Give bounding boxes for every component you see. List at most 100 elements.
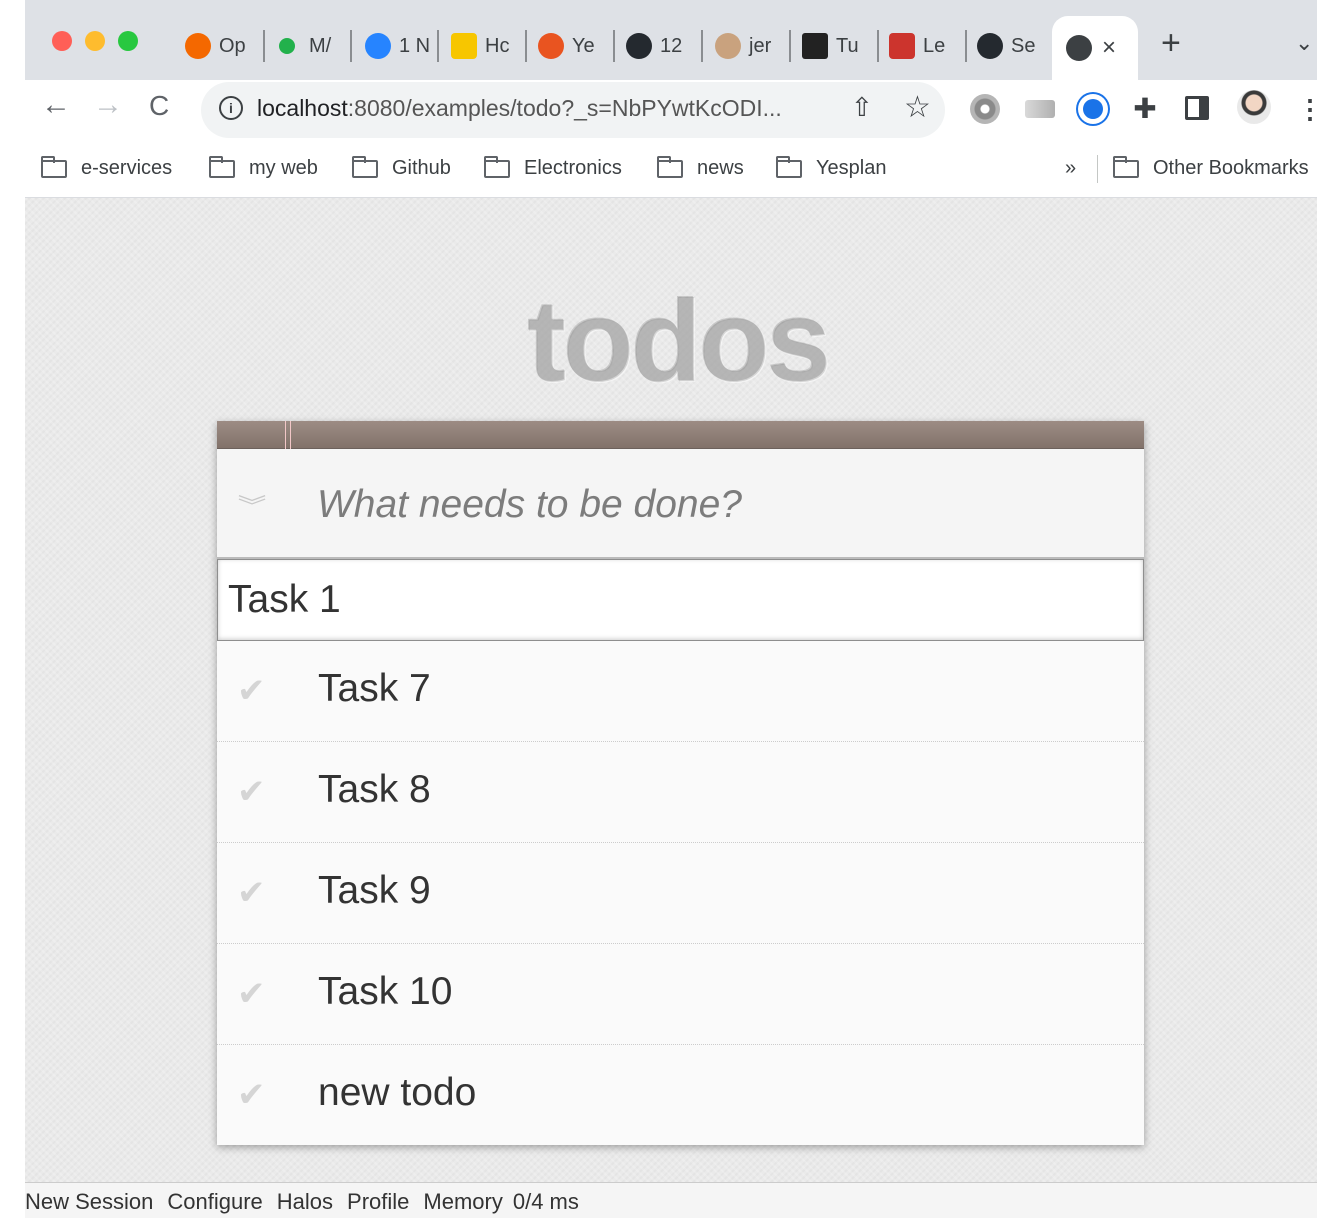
todo-item: ✔ new todo — [217, 1045, 1144, 1145]
new-tab-button[interactable]: + — [1161, 24, 1181, 63]
tab-separator — [613, 30, 615, 62]
folder-icon — [776, 155, 802, 178]
flower-icon — [538, 33, 564, 59]
zoom-window-button[interactable] — [118, 31, 138, 51]
bookmark-label: Other Bookmarks — [1153, 157, 1309, 179]
todo-item: ✔ Task 10 — [217, 944, 1144, 1045]
browser-tab-7[interactable]: Tu — [802, 22, 876, 70]
bookmark-news[interactable]: news — [657, 155, 744, 180]
todo-item: ✔ Task 7 — [217, 641, 1144, 742]
tab-separator — [350, 30, 352, 62]
tab-separator — [437, 30, 439, 62]
browser-tab-1[interactable]: M/ — [279, 22, 349, 70]
tab-label: Ye — [572, 34, 595, 57]
checkmark-icon[interactable]: ✔ — [237, 1075, 266, 1115]
todo-topbar — [217, 421, 1144, 449]
new-session-link[interactable]: New Session — [25, 1189, 153, 1214]
todo-label[interactable]: Task 10 — [318, 970, 452, 1014]
checkmark-icon[interactable]: ✔ — [237, 974, 266, 1014]
folder-icon — [484, 155, 510, 178]
folder-icon — [209, 155, 235, 178]
bookmark-my-web[interactable]: my web — [209, 155, 318, 180]
tab-label: Se — [1011, 34, 1036, 57]
gear-extension-icon[interactable] — [970, 94, 1000, 124]
page-content: todos ︾ ✔ Task 7 ✔ Task 8 ✔ Task 9 — [25, 198, 1317, 1182]
bookmark-electronics[interactable]: Electronics — [484, 155, 622, 180]
close-window-button[interactable] — [52, 31, 72, 51]
browser-tab-active[interactable]: × — [1052, 16, 1138, 80]
share-icon[interactable]: ⇧ — [851, 92, 873, 123]
close-tab-icon[interactable]: × — [1102, 34, 1116, 62]
browser-tab-8[interactable]: Le — [889, 22, 963, 70]
checkmark-icon[interactable]: ✔ — [237, 873, 266, 913]
tab-label: 12 — [660, 34, 683, 57]
jenkins-icon — [715, 33, 741, 59]
edit-todo-input[interactable] — [228, 570, 1128, 630]
minimize-window-button[interactable] — [85, 31, 105, 51]
tab-strip: Op M/ 1 N Hc Ye 12 jer Tu Le Se × + ⌄ — [25, 0, 1317, 80]
other-bookmarks[interactable]: Other Bookmarks — [1113, 155, 1309, 180]
browser-tab-6[interactable]: jer — [715, 22, 789, 70]
bookmark-e-services[interactable]: e-services — [41, 155, 173, 180]
editing-todo-row — [217, 559, 1144, 641]
tab-label: 1 N — [399, 34, 431, 57]
reload-button[interactable]: C — [149, 90, 169, 122]
bookmarks-overflow-icon[interactable]: » — [1065, 157, 1076, 180]
site-info-icon[interactable]: i — [219, 96, 243, 120]
bookmark-star-icon[interactable]: ☆ — [904, 90, 931, 125]
puzzle-extensions-icon[interactable]: ✚ — [1130, 94, 1160, 124]
browser-tab-9[interactable]: Se — [977, 22, 1047, 70]
checkmark-icon[interactable]: ✔ — [237, 671, 266, 711]
extension-icon[interactable] — [1025, 100, 1055, 118]
todo-app: ︾ ✔ Task 7 ✔ Task 8 ✔ Task 9 ✔ Task 10 — [217, 421, 1144, 1145]
url-host: localhost — [257, 95, 348, 121]
memory-link[interactable]: Memory — [423, 1189, 502, 1214]
password-manager-icon[interactable] — [1078, 94, 1108, 124]
new-todo-input[interactable] — [317, 477, 1117, 533]
globe-icon — [1066, 35, 1092, 61]
side-panel-icon[interactable] — [1185, 96, 1209, 120]
bookmark-label: Yesplan — [816, 157, 887, 179]
bookmark-label: Github — [392, 157, 451, 179]
address-url[interactable]: localhost:8080/examples/todo?_s=NbPYwtKc… — [257, 95, 782, 122]
tab-separator — [965, 30, 967, 62]
ruby-gem-icon — [889, 33, 915, 59]
tab-search-chevron-icon[interactable]: ⌄ — [1295, 30, 1313, 56]
url-path: :8080/examples/todo?_s=NbPYwtKcODI... — [347, 95, 782, 121]
forward-button[interactable]: → — [93, 88, 123, 122]
tab-label: Le — [923, 34, 946, 57]
browser-tab-5[interactable]: 12 — [626, 22, 698, 70]
address-bar[interactable]: i localhost:8080/examples/todo?_s=NbPYwt… — [201, 82, 945, 138]
menu-kebab-icon[interactable]: ⋮ — [1297, 94, 1317, 124]
halos-link[interactable]: Halos — [277, 1189, 333, 1214]
toggle-all-chevron-icon[interactable]: ︾ — [238, 489, 267, 521]
tab-label: Hc — [485, 34, 510, 57]
tab-separator — [789, 30, 791, 62]
browser-tab-3[interactable]: Hc — [451, 22, 523, 70]
todo-label[interactable]: Task 7 — [318, 667, 431, 711]
todo-label[interactable]: Task 8 — [318, 768, 431, 812]
green-dot-icon — [279, 38, 295, 54]
todo-item: ✔ Task 9 — [217, 843, 1144, 944]
bookmark-github[interactable]: Github — [352, 155, 451, 180]
configure-link[interactable]: Configure — [167, 1189, 262, 1214]
profile-avatar[interactable] — [1237, 90, 1271, 124]
todo-label[interactable]: Task 9 — [318, 869, 431, 913]
tab-separator — [701, 30, 703, 62]
browser-tab-2[interactable]: 1 N — [365, 22, 435, 70]
tab-separator — [877, 30, 879, 62]
checkmark-icon[interactable]: ✔ — [237, 772, 266, 812]
folder-y-icon — [451, 33, 477, 59]
bookmark-label: e-services — [81, 157, 173, 179]
browser-tab-0[interactable]: Op — [185, 22, 263, 70]
back-button[interactable]: ← — [41, 88, 71, 122]
profile-link[interactable]: Profile — [347, 1189, 409, 1214]
bookmark-label: Electronics — [524, 157, 622, 179]
bookmarks-bar: e-services my web Github Electronics new… — [25, 143, 1317, 198]
bookmark-yesplan[interactable]: Yesplan — [776, 155, 887, 180]
browser-tab-4[interactable]: Ye — [538, 22, 610, 70]
bookmarks-divider — [1097, 155, 1098, 183]
todo-label[interactable]: new todo — [318, 1071, 476, 1115]
browser-chrome: Op M/ 1 N Hc Ye 12 jer Tu Le Se × + ⌄ ← … — [25, 0, 1317, 198]
browser-toolbar: ← → C i localhost:8080/examples/todo?_s=… — [25, 80, 1317, 143]
